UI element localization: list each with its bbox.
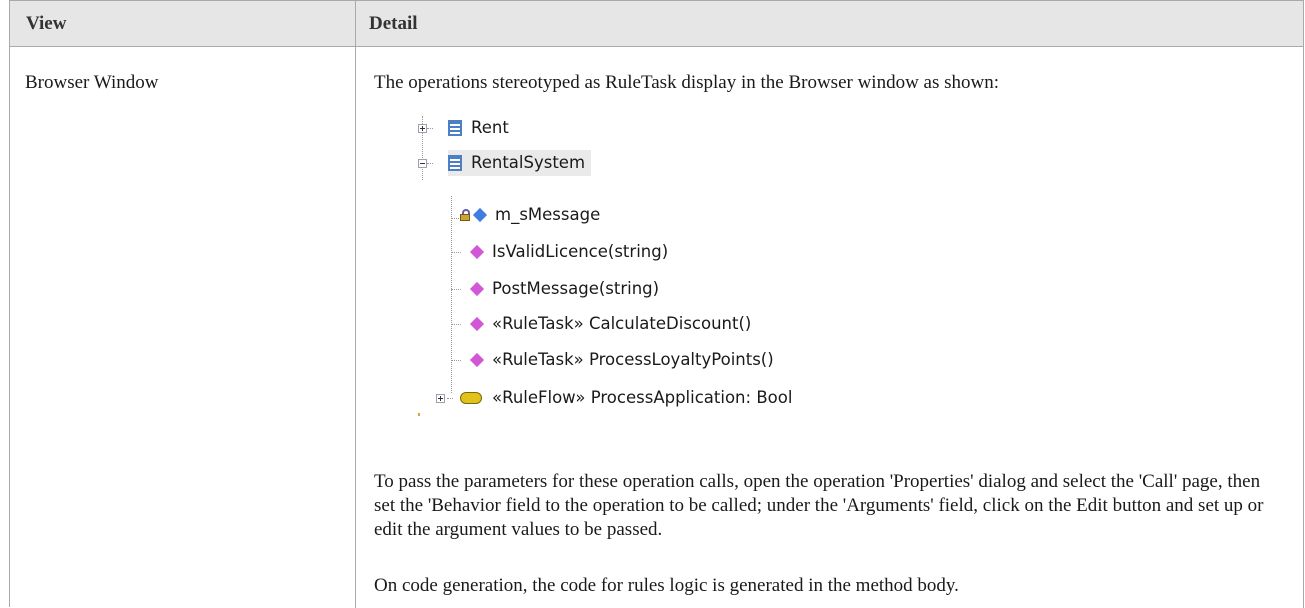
operation-icon xyxy=(469,281,485,297)
tree-node-label: «RuleTask» CalculateDiscount() xyxy=(492,314,752,333)
lock-icon xyxy=(460,209,470,221)
tree-connector xyxy=(427,163,433,164)
operation-icon xyxy=(469,316,485,332)
tree-node-label: «RuleTask» ProcessLoyaltyPoints() xyxy=(492,350,774,369)
tree-node-label: PostMessage(string) xyxy=(492,279,660,298)
collapse-rentalsystem-toggle[interactable] xyxy=(418,159,427,168)
tree-node-operation[interactable]: PostMessage(string) xyxy=(469,276,660,302)
tree-connector xyxy=(451,324,461,325)
table-header: View Detail xyxy=(10,1,1304,47)
header-detail: Detail xyxy=(369,13,418,34)
tree-node-ruleflow[interactable]: «RuleFlow» ProcessApplication: Bool xyxy=(460,385,792,411)
operation-icon xyxy=(469,244,485,260)
tree-node-label: m_sMessage xyxy=(495,205,601,224)
tree-node-label: IsValidLicence(string) xyxy=(492,242,669,261)
column-divider xyxy=(355,1,356,608)
table-right-border xyxy=(1303,1,1304,608)
detail-paragraph-call: To pass the parameters for these operati… xyxy=(374,471,1264,540)
view-cell: Browser Window xyxy=(25,72,159,93)
ruleflow-icon xyxy=(460,392,482,404)
tree-connector xyxy=(451,252,461,253)
tree-connector xyxy=(451,196,452,393)
tree-connector xyxy=(427,128,433,129)
tree-node-rent[interactable]: Rent xyxy=(448,115,509,141)
tree-node-label: «RuleFlow» ProcessApplication: Bool xyxy=(492,388,793,407)
decorative-mark xyxy=(418,413,420,416)
expand-ruleflow-toggle[interactable] xyxy=(436,394,445,403)
attribute-icon xyxy=(472,207,488,223)
tree-connector xyxy=(447,398,453,399)
operation-icon xyxy=(469,352,485,368)
browser-tree: Rent RentalSystem m_sMessage IsValidLice… xyxy=(418,102,1018,422)
class-icon xyxy=(448,155,462,171)
header-view: View xyxy=(26,13,67,34)
tree-node-operation[interactable]: «RuleTask» ProcessLoyaltyPoints() xyxy=(469,347,774,373)
tree-node-label: RentalSystem xyxy=(471,153,586,172)
tree-node-label: Rent xyxy=(471,118,509,137)
tree-node-operation[interactable]: «RuleTask» CalculateDiscount() xyxy=(469,311,752,337)
class-icon xyxy=(448,120,462,136)
tree-node-operation[interactable]: IsValidLicence(string) xyxy=(469,239,669,265)
tree-connector xyxy=(451,289,461,290)
tree-node-attribute[interactable]: m_sMessage xyxy=(460,202,600,228)
detail-paragraph-codegen: On code generation, the code for rules l… xyxy=(374,575,959,596)
expand-rent-toggle[interactable] xyxy=(418,124,427,133)
tree-node-rentalsystem[interactable]: RentalSystem xyxy=(448,150,592,176)
detail-intro: The operations stereotyped as RuleTask d… xyxy=(374,72,1000,93)
tree-connector xyxy=(451,360,461,361)
